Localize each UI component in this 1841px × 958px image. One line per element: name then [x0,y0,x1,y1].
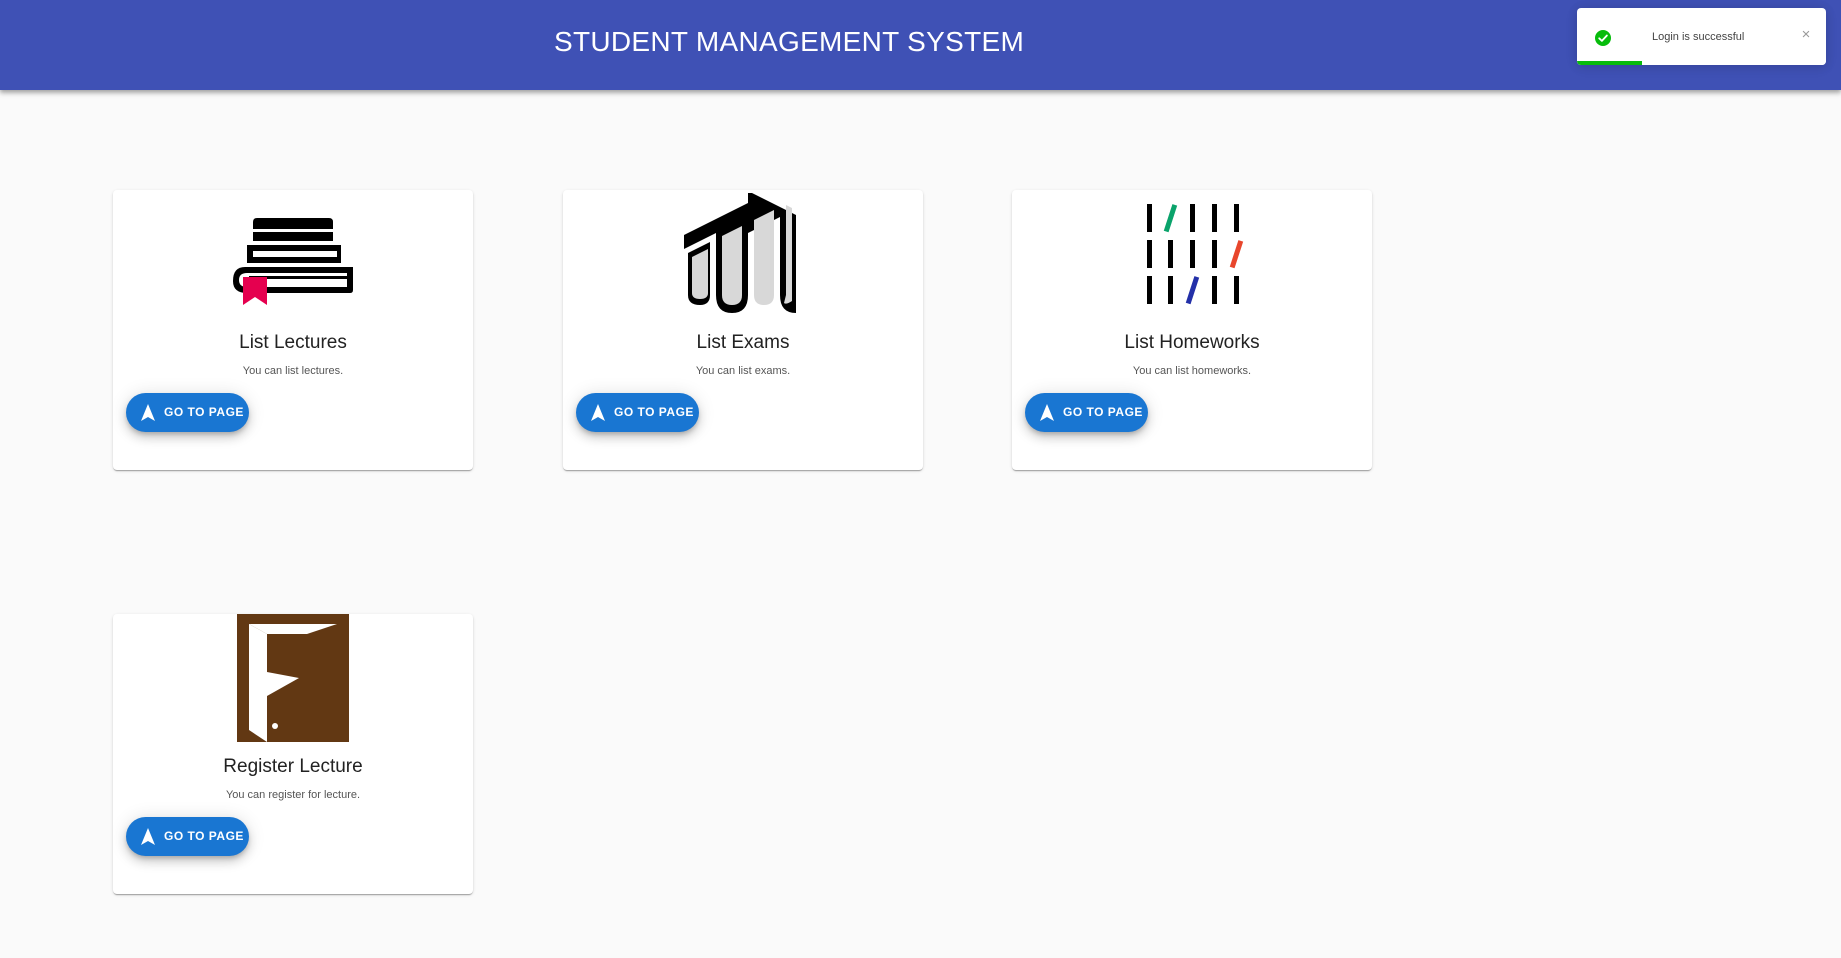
card-list-homeworks: List Homeworks You can list homeworks. G… [1012,190,1372,470]
check-circle-icon [1595,30,1611,46]
books-stack-icon [233,218,353,305]
card-title: List Exams [696,332,790,353]
button-label: GO TO PAGE [1063,405,1143,419]
card-title: List Lectures [239,332,347,353]
card-list-exams: List Exams You can list exams. GO TO PAG… [563,190,923,470]
button-label: GO TO PAGE [164,405,244,419]
go-to-page-button[interactable]: GO TO PAGE [126,817,249,856]
card-description: You can register for lecture. [225,789,361,801]
toast-progress-bar [1577,61,1642,65]
card-media [563,190,923,320]
navigation-arrow-icon [141,828,155,845]
card-description: You can list homeworks. [1132,365,1252,377]
toast-message: Login is successful [1652,31,1745,43]
app-title: STUDENT MANAGEMENT SYSTEM [554,26,1025,57]
button-label: GO TO PAGE [164,829,244,843]
card-register-lecture: Register Lecture You can register for le… [113,614,473,894]
close-icon[interactable]: × [1797,26,1815,44]
navigation-arrow-icon [1040,404,1054,421]
button-label: GO TO PAGE [614,405,694,419]
card-description: You can list lectures. [242,365,344,377]
navigation-arrow-icon [141,404,155,421]
navigation-arrow-icon [591,404,605,421]
card-media [113,614,473,744]
tally-marks-icon [1147,204,1244,305]
login-toast[interactable]: Login is successful × [1577,8,1826,65]
go-to-page-button[interactable]: GO TO PAGE [576,393,699,432]
card-media [113,190,473,320]
card-title: List Homeworks [1124,332,1260,353]
toast-progress-track [1577,61,1826,65]
open-door-icon [237,614,349,742]
card-description: You can list exams. [695,365,791,377]
go-to-page-button[interactable]: GO TO PAGE [1025,393,1148,432]
card-media [1012,190,1372,320]
card-list-lectures: List Lectures You can list lectures. GO … [113,190,473,470]
app-bar: STUDENT MANAGEMENT SYSTEM [0,0,1841,90]
card-title: Register Lecture [223,756,363,777]
exam-papers-icon [684,192,796,313]
go-to-page-button[interactable]: GO TO PAGE [126,393,249,432]
